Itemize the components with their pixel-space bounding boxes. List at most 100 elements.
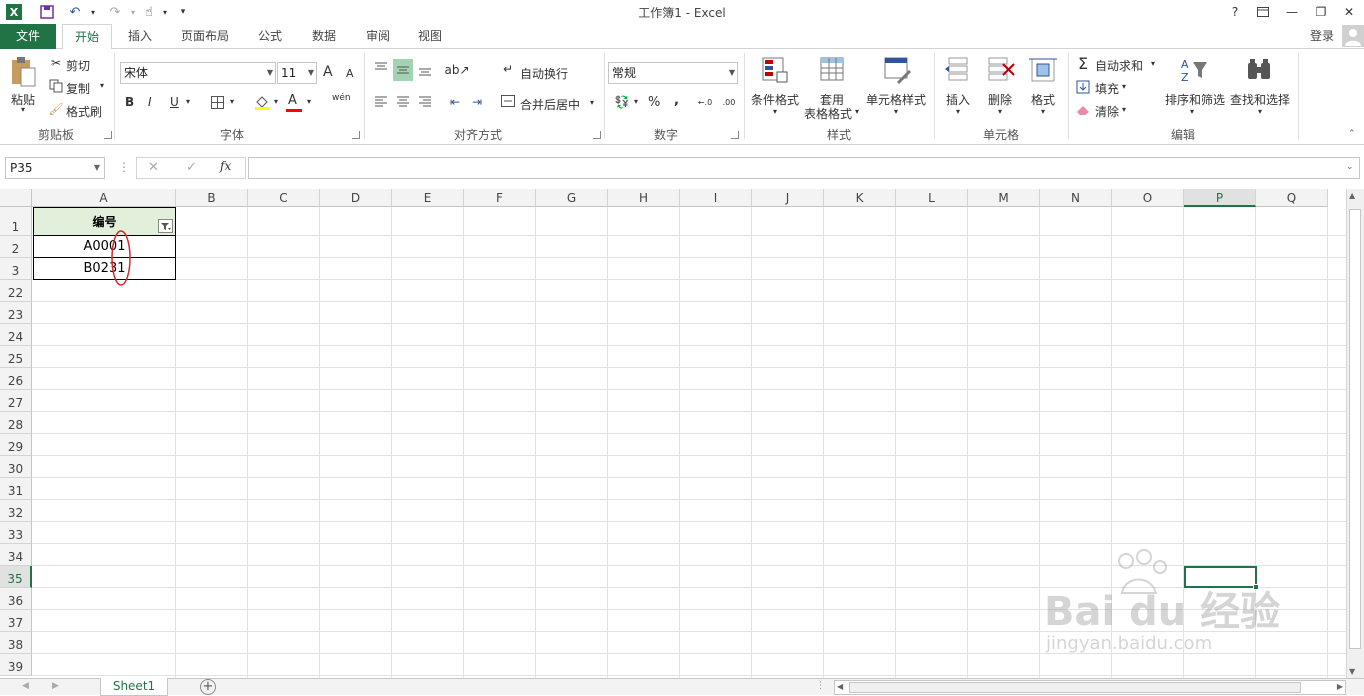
increase-indent-icon[interactable]: ⇥: [468, 93, 486, 111]
conditional-format-button[interactable]: 条件格式: [751, 91, 799, 108]
orientation-icon[interactable]: ab↗: [444, 61, 469, 79]
tab-home[interactable]: 开始: [62, 24, 112, 50]
conditional-dropdown-icon[interactable]: ▾: [773, 107, 777, 116]
help-button[interactable]: ?: [1224, 2, 1246, 22]
insert-function-button[interactable]: fx: [220, 159, 231, 173]
column-header-m[interactable]: M: [968, 189, 1040, 207]
find-select-icon[interactable]: [1244, 55, 1274, 85]
font-color-dropdown-icon[interactable]: ▾: [307, 97, 311, 106]
row-header-2[interactable]: 2: [0, 236, 32, 258]
merge-center-button[interactable]: 合并后居中: [520, 96, 580, 113]
column-header-k[interactable]: K: [824, 189, 896, 207]
row-header-36[interactable]: 36: [0, 588, 32, 610]
row-header-31[interactable]: 31: [0, 478, 32, 500]
shrink-font-button[interactable]: A: [346, 67, 354, 80]
sort-dropdown-icon[interactable]: ▾: [1190, 107, 1194, 116]
number-format-select[interactable]: 常规 ▼: [608, 62, 738, 84]
font-launcher-icon[interactable]: [352, 131, 360, 139]
autosum-icon[interactable]: Σ: [1074, 54, 1092, 73]
cut-button[interactable]: 剪切: [66, 57, 90, 74]
worksheet-grid[interactable]: ABCDEFGHIJKLMNOPQ 1 2 3 22 23 24 25 26 27 28 29 30 3…: [0, 189, 1346, 678]
formula-input[interactable]: [248, 157, 1360, 179]
column-header-b[interactable]: B: [176, 189, 248, 207]
column-header-e[interactable]: E: [392, 189, 464, 207]
row-header-35[interactable]: 35: [0, 566, 32, 588]
wrap-text-button[interactable]: 自动换行: [520, 65, 568, 82]
row-header-22[interactable]: 22: [0, 280, 32, 302]
collapse-ribbon-icon[interactable]: ⌃: [1348, 129, 1356, 139]
column-header-p[interactable]: P: [1184, 189, 1256, 207]
fill-icon[interactable]: [1074, 78, 1092, 96]
align-center-icon[interactable]: [394, 93, 412, 111]
format-painter-icon[interactable]: 🖌: [48, 101, 64, 117]
conditional-format-icon[interactable]: [760, 55, 790, 85]
row-header-32[interactable]: 32: [0, 500, 32, 522]
font-color-button[interactable]: A: [288, 93, 297, 108]
row-header-26[interactable]: 26: [0, 368, 32, 390]
format-painter-button[interactable]: 格式刷: [66, 103, 102, 120]
copy-icon[interactable]: [48, 78, 64, 94]
alignment-launcher-icon[interactable]: [593, 131, 601, 139]
scroll-right-icon[interactable]: ▶: [1337, 682, 1343, 691]
tab-file[interactable]: 文件: [0, 24, 56, 49]
row-header-33[interactable]: 33: [0, 522, 32, 544]
border-dropdown-icon[interactable]: ▾: [230, 97, 234, 106]
cell-a2[interactable]: A0001: [33, 239, 176, 254]
italic-button[interactable]: I: [148, 95, 152, 109]
align-top-icon[interactable]: [372, 59, 390, 77]
table-dropdown-icon[interactable]: ▾: [855, 107, 859, 116]
decrease-indent-icon[interactable]: ⇤: [446, 93, 464, 111]
filter-dropdown-button[interactable]: [158, 219, 173, 233]
fill-dropdown-icon[interactable]: ▾: [274, 97, 278, 106]
tab-view[interactable]: 视图: [408, 24, 452, 49]
row-header-37[interactable]: 37: [0, 610, 32, 632]
delete-cells-icon[interactable]: [986, 55, 1016, 85]
copy-dropdown-icon[interactable]: ▾: [100, 81, 104, 90]
column-header-c[interactable]: C: [248, 189, 320, 207]
row-header-23[interactable]: 23: [0, 302, 32, 324]
number-launcher-icon[interactable]: [731, 131, 739, 139]
sort-filter-icon[interactable]: AZ: [1178, 55, 1210, 85]
clear-button[interactable]: 清除: [1095, 103, 1119, 120]
column-header-o[interactable]: O: [1112, 189, 1184, 207]
hscroll-thumb[interactable]: [849, 682, 1301, 693]
tab-insert[interactable]: 插入: [118, 24, 162, 49]
insert-cells-icon[interactable]: [944, 55, 972, 85]
row-header-3[interactable]: 3: [0, 258, 32, 280]
wrap-text-icon[interactable]: ↵: [500, 61, 516, 77]
tab-page-layout[interactable]: 页面布局: [172, 24, 238, 49]
fill-dropdown-icon[interactable]: ▾: [1122, 82, 1126, 91]
row-header-39[interactable]: 39: [0, 654, 32, 676]
merge-dropdown-icon[interactable]: ▾: [590, 98, 594, 107]
format-as-table-icon[interactable]: [818, 55, 848, 85]
phonetic-button[interactable]: wén: [332, 93, 351, 103]
fill-color-icon[interactable]: [253, 93, 271, 111]
column-header-g[interactable]: G: [536, 189, 608, 207]
tab-review[interactable]: 审阅: [356, 24, 400, 49]
column-header-d[interactable]: D: [320, 189, 392, 207]
ribbon-display-icon[interactable]: [1252, 2, 1274, 22]
underline-dropdown-icon[interactable]: ▾: [186, 97, 190, 106]
tab-formulas[interactable]: 公式: [248, 24, 292, 49]
column-header-a[interactable]: A: [32, 189, 176, 207]
scroll-down-icon[interactable]: ▼: [1349, 667, 1355, 676]
copy-button[interactable]: 复制: [66, 80, 90, 97]
currency-icon[interactable]: 💱: [612, 93, 632, 111]
align-middle-icon[interactable]: [393, 59, 413, 81]
column-header-i[interactable]: I: [680, 189, 752, 207]
cell-styles-button[interactable]: 单元格样式: [866, 91, 926, 108]
column-header-f[interactable]: F: [464, 189, 536, 207]
paste-icon[interactable]: [8, 55, 38, 89]
row-header-28[interactable]: 28: [0, 412, 32, 434]
decrease-decimal-icon[interactable]: .00: [720, 93, 738, 111]
increase-decimal-icon[interactable]: ←.0: [696, 93, 714, 111]
format-as-table-button[interactable]: 表格格式: [804, 105, 852, 122]
find-dropdown-icon[interactable]: ▾: [1258, 107, 1262, 116]
cell-styles-icon[interactable]: [882, 55, 912, 85]
row-header-30[interactable]: 30: [0, 456, 32, 478]
restore-icon[interactable]: ❐: [1310, 2, 1332, 22]
row-header-1[interactable]: 1: [0, 207, 32, 236]
row-header-27[interactable]: 27: [0, 390, 32, 412]
clear-icon[interactable]: [1074, 101, 1092, 119]
sheet-next-icon[interactable]: ▶: [52, 681, 59, 691]
